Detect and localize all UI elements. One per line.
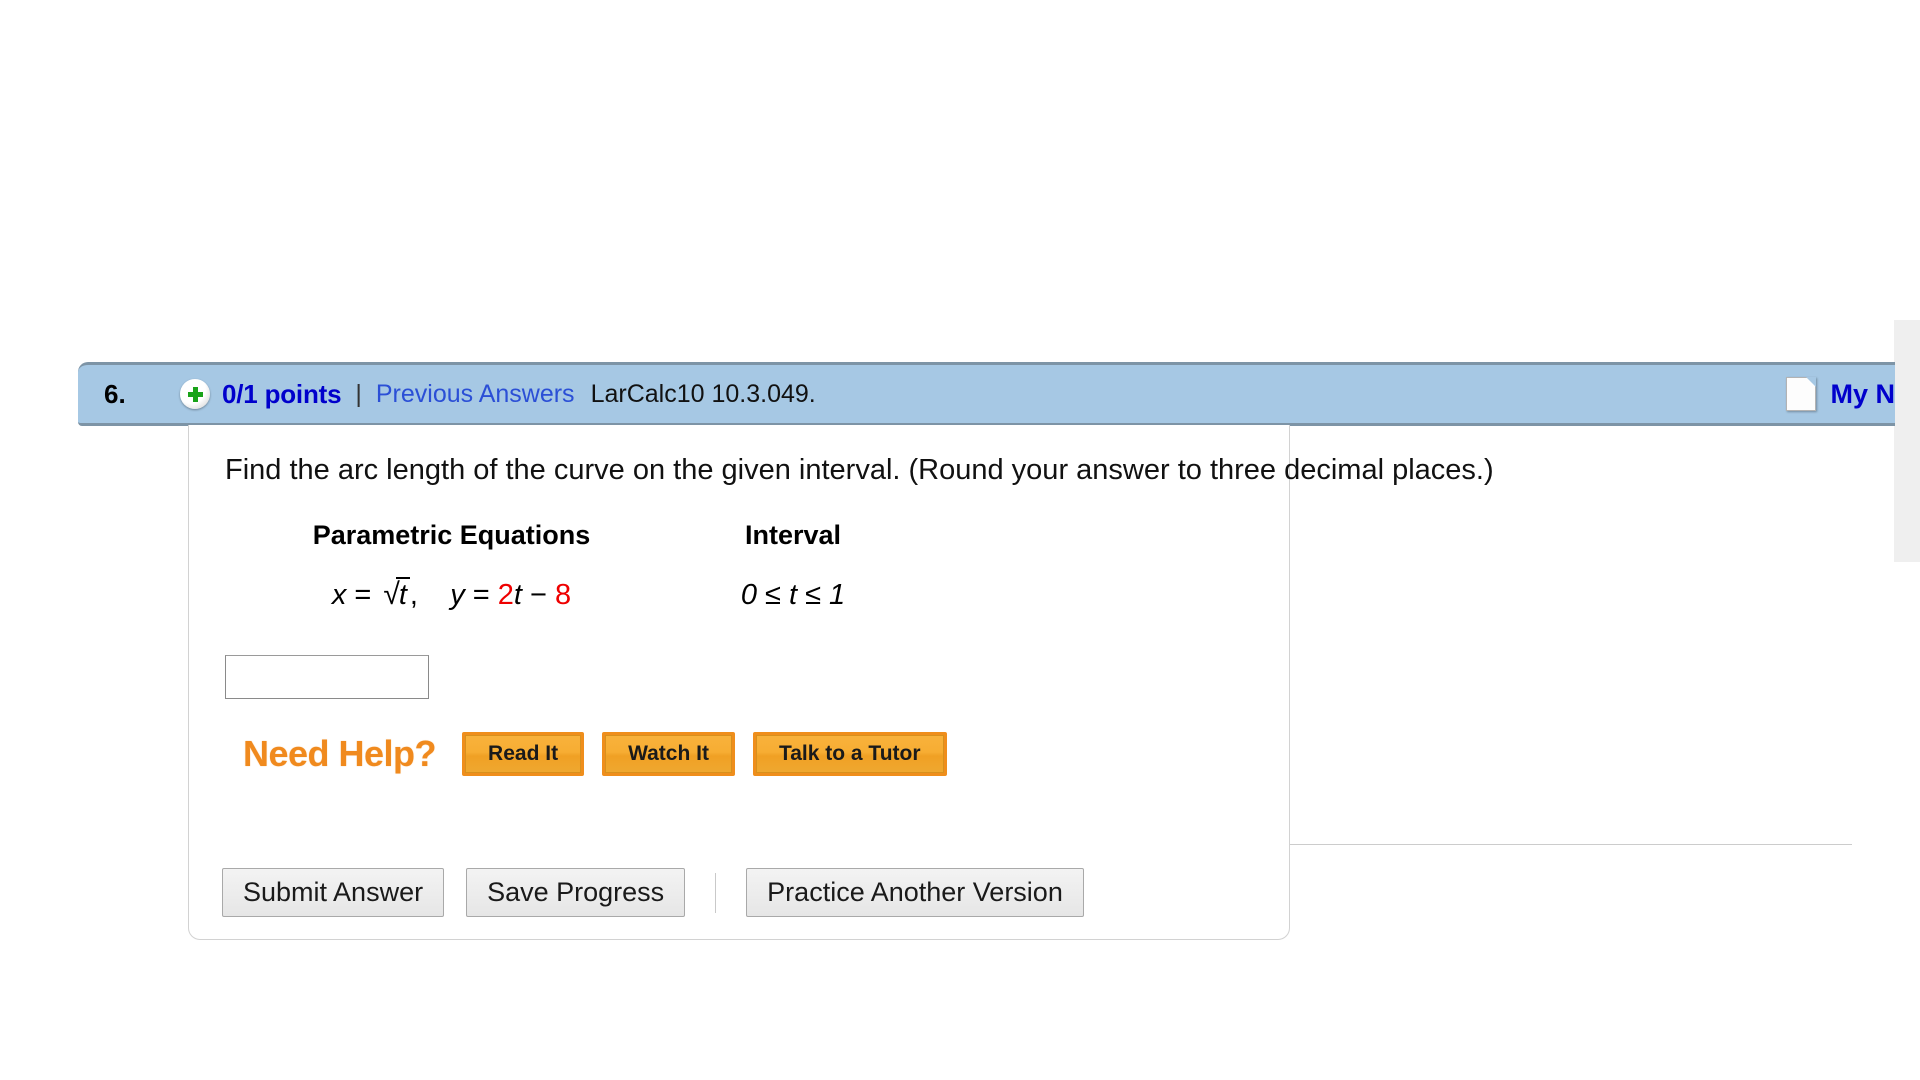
x-variable: x (331, 579, 347, 611)
save-progress-button[interactable]: Save Progress (466, 868, 686, 917)
talk-to-a-tutor-label: Talk to a Tutor (755, 735, 944, 773)
square-root-expression: √t (379, 577, 410, 612)
watch-it-button[interactable]: Watch It (602, 732, 735, 776)
math-values-row: x = √t, y = 2t − 8 0 ≤ t ≤ 1 (225, 577, 908, 612)
my-notes-link[interactable]: My N (1830, 379, 1895, 410)
math-block: Parametric Equations Interval x = √t, y … (225, 520, 908, 612)
action-buttons-row: Submit Answer Save Progress Practice Ano… (222, 868, 1084, 917)
horizontal-divider (1290, 844, 1852, 845)
question-number: 6. (104, 378, 126, 409)
math-headers-row: Parametric Equations Interval (225, 520, 908, 551)
submit-answer-button[interactable]: Submit Answer (222, 868, 445, 917)
watch-it-label: Watch It (605, 735, 732, 773)
need-help-row: Need Help? Read It Watch It Talk to a Tu… (243, 732, 965, 776)
x-equals-sign: = (354, 579, 372, 611)
y-constant: 8 (555, 579, 572, 611)
vertical-scrollbar-thumb[interactable] (1894, 320, 1920, 562)
need-help-label: Need Help? (243, 733, 437, 774)
read-it-button[interactable]: Read It (462, 732, 585, 776)
interval-value: 0 ≤ t ≤ 1 (740, 579, 846, 611)
page-root: 6. 0/1 points | Previous Answers LarCalc… (0, 0, 1920, 1080)
minus-sign: − (530, 579, 547, 611)
y-term-variable: t (513, 579, 522, 611)
question-code: LarCalc10 10.3.049. (590, 379, 816, 408)
read-it-label: Read It (465, 735, 582, 773)
previous-answers-link[interactable]: Previous Answers (376, 380, 575, 409)
question-header-bar: 6. 0/1 points | Previous Answers LarCalc… (78, 362, 1895, 426)
y-variable: y (450, 579, 465, 611)
answer-input[interactable] (225, 655, 429, 699)
vertical-scrollbar-track[interactable] (1894, 0, 1920, 1080)
header-right-group: My N (1786, 377, 1895, 411)
points-label: 0/1 points (222, 378, 342, 409)
button-group-divider (715, 872, 717, 913)
question-prompt: Find the arc length of the curve on the … (225, 454, 1494, 486)
note-page-icon[interactable] (1786, 377, 1817, 411)
parametric-equations-value: x = √t, y = 2t − 8 (225, 577, 678, 612)
y-equals-sign: = (472, 579, 490, 611)
talk-to-a-tutor-button[interactable]: Talk to a Tutor (752, 732, 947, 776)
y-coefficient: 2 (497, 579, 514, 611)
practice-another-version-button[interactable]: Practice Another Version (746, 868, 1084, 917)
plus-circle-icon[interactable] (180, 379, 210, 409)
header-interval: Interval (744, 520, 842, 550)
header-parametric-equations: Parametric Equations (312, 520, 591, 550)
header-separator: | (355, 379, 362, 408)
radicand: t (395, 577, 410, 612)
x-comma: , (409, 579, 418, 611)
